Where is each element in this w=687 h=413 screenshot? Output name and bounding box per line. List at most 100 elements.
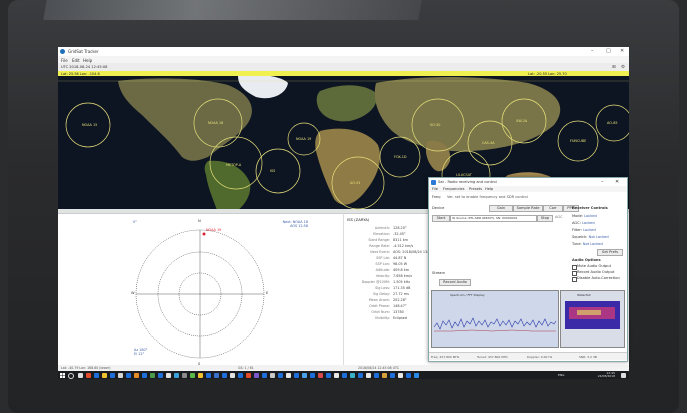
- app-icon[interactable]: [166, 372, 171, 378]
- sat-label[interactable]: XW-2A: [516, 119, 527, 123]
- waterfall-image: [565, 301, 620, 329]
- app-icon[interactable]: [342, 372, 347, 378]
- app-icon[interactable]: [302, 372, 307, 378]
- app-icon[interactable]: [214, 372, 219, 378]
- app-icon[interactable]: [310, 372, 315, 378]
- mute-audio-label: Mute Audio Output: [577, 264, 611, 268]
- sat-label[interactable]: CAS-4A: [482, 141, 495, 145]
- app-icon[interactable]: [230, 372, 235, 378]
- app-icon[interactable]: [262, 372, 267, 378]
- record-audio-button[interactable]: Record Audio: [439, 279, 471, 286]
- app-icon[interactable]: [198, 372, 203, 378]
- app-icon[interactable]: [190, 372, 195, 378]
- app-icon[interactable]: [94, 372, 99, 378]
- app-icon[interactable]: [334, 372, 339, 378]
- app-icon[interactable]: [358, 372, 363, 378]
- polar-view[interactable]: N S E W NOAA 19 0° Next: NOAA 18 AOS 12:…: [58, 213, 343, 366]
- tray-lang[interactable]: ENG: [558, 373, 564, 377]
- stop-button[interactable]: Stop: [537, 215, 553, 222]
- app-icon: [60, 48, 65, 54]
- app-icon[interactable]: [134, 372, 139, 378]
- sat-label[interactable]: AO-85: [607, 121, 618, 125]
- app-icon[interactable]: [254, 372, 259, 378]
- dialog-menu-help[interactable]: Help: [485, 187, 493, 191]
- app-icon[interactable]: [238, 372, 243, 378]
- app-icon[interactable]: [246, 372, 251, 378]
- app-icon[interactable]: [158, 372, 163, 378]
- polar-north: N: [198, 219, 201, 223]
- app-icon[interactable]: [406, 372, 411, 378]
- dialog-menu-presets[interactable]: Presets: [469, 187, 482, 191]
- app-icon[interactable]: [118, 372, 123, 378]
- dialog-menu-frequencies[interactable]: Frequencies: [443, 187, 465, 191]
- corr-box[interactable]: Corr: [543, 205, 563, 212]
- sat-label[interactable]: SO-50: [430, 123, 440, 127]
- app-icon[interactable]: [206, 372, 211, 378]
- dialog-menu-file[interactable]: File: [432, 187, 438, 191]
- sample-rate-box[interactable]: Sample Rate: [513, 205, 543, 212]
- app-icon[interactable]: [398, 372, 403, 378]
- app-icon[interactable]: [318, 372, 323, 378]
- folder-icon[interactable]: [102, 372, 107, 378]
- app-icon[interactable]: [150, 372, 155, 378]
- set-prefs-button[interactable]: Set Prefs: [597, 249, 623, 256]
- toolbar: UTC 2018-08-24 12:45:08 ⊞ ⚙: [58, 63, 629, 71]
- dialog-status-freq: Freq: 437.800 MHz: [431, 354, 460, 359]
- windows-start-icon[interactable]: [60, 372, 65, 378]
- sat-label[interactable]: FOX-1D: [394, 155, 407, 159]
- satellite-marker[interactable]: [202, 232, 206, 236]
- ctl-row: Mode: Locked: [572, 214, 597, 218]
- waterfall-title: Waterfall: [577, 293, 591, 297]
- status-left: Lat: -40.79 Lon: 168.60 (lower): [61, 366, 111, 370]
- app-icon[interactable]: [294, 372, 299, 378]
- search-icon[interactable]: [68, 372, 74, 379]
- app-icon[interactable]: [350, 372, 355, 378]
- menu-help[interactable]: Help: [83, 58, 92, 63]
- settings-icon[interactable]: ⚙: [621, 65, 625, 70]
- sat-label[interactable]: FUNCUBE: [570, 139, 586, 143]
- sat-label[interactable]: NOAA 19: [296, 137, 311, 141]
- sat-label[interactable]: METOP-A: [226, 163, 241, 167]
- task-view-icon[interactable]: [78, 372, 83, 378]
- app-icon[interactable]: [222, 372, 227, 378]
- spectrum-trace: [433, 317, 557, 332]
- app-icon[interactable]: [86, 372, 91, 378]
- rx-gain-box[interactable]: Gain: [489, 205, 513, 212]
- app-icon[interactable]: [278, 372, 283, 378]
- dialog-close-button[interactable]: ✕: [615, 179, 619, 185]
- app-icon[interactable]: [286, 372, 291, 378]
- minimize-button[interactable]: –: [591, 48, 594, 54]
- app-icon[interactable]: [374, 372, 379, 378]
- sat-label[interactable]: NOAA 15: [82, 123, 97, 127]
- sat-label[interactable]: ISS: [270, 169, 275, 173]
- freq-label: Freq:: [432, 195, 441, 199]
- iq-source-select[interactable]: IQ Source: RTL-SDR (R820T), SN: 00000001: [450, 215, 537, 222]
- taskbar-clock[interactable]: 12:45 24/08/2018: [598, 371, 615, 378]
- status-right: 2018/08/24 12:45:08 UTC: [358, 366, 400, 370]
- waterfall-display[interactable]: Waterfall: [560, 290, 625, 348]
- app-icon[interactable]: [382, 372, 387, 378]
- notifications-icon[interactable]: [621, 372, 626, 378]
- menu-file[interactable]: File: [61, 58, 68, 63]
- sat-label[interactable]: NOAA 18: [208, 121, 223, 125]
- app-icon[interactable]: [270, 372, 275, 378]
- app-icon[interactable]: [326, 372, 331, 378]
- close-button[interactable]: ✕: [620, 48, 624, 54]
- app-icon[interactable]: [110, 372, 115, 378]
- app-icon[interactable]: [390, 372, 395, 378]
- ctl-row: AGC: Locked: [572, 221, 595, 225]
- sat-label[interactable]: AO-91: [350, 181, 361, 185]
- grid-icon[interactable]: ⊞: [612, 65, 616, 70]
- app-icon[interactable]: [414, 372, 419, 378]
- menu-edit[interactable]: Edit: [72, 58, 80, 63]
- spectrum-display[interactable]: Spectrum / FFT Display: [431, 290, 559, 348]
- app-icon[interactable]: [366, 372, 371, 378]
- dialog-minimize-button[interactable]: –: [601, 179, 604, 185]
- app-icon[interactable]: [174, 372, 179, 378]
- app-icon[interactable]: [126, 372, 131, 378]
- record-audio-label: Record Audio Output: [577, 270, 615, 274]
- maximize-button[interactable]: □: [606, 48, 611, 54]
- app-icon[interactable]: [142, 372, 147, 378]
- start-button[interactable]: Start: [432, 215, 450, 222]
- app-icon[interactable]: [182, 372, 187, 378]
